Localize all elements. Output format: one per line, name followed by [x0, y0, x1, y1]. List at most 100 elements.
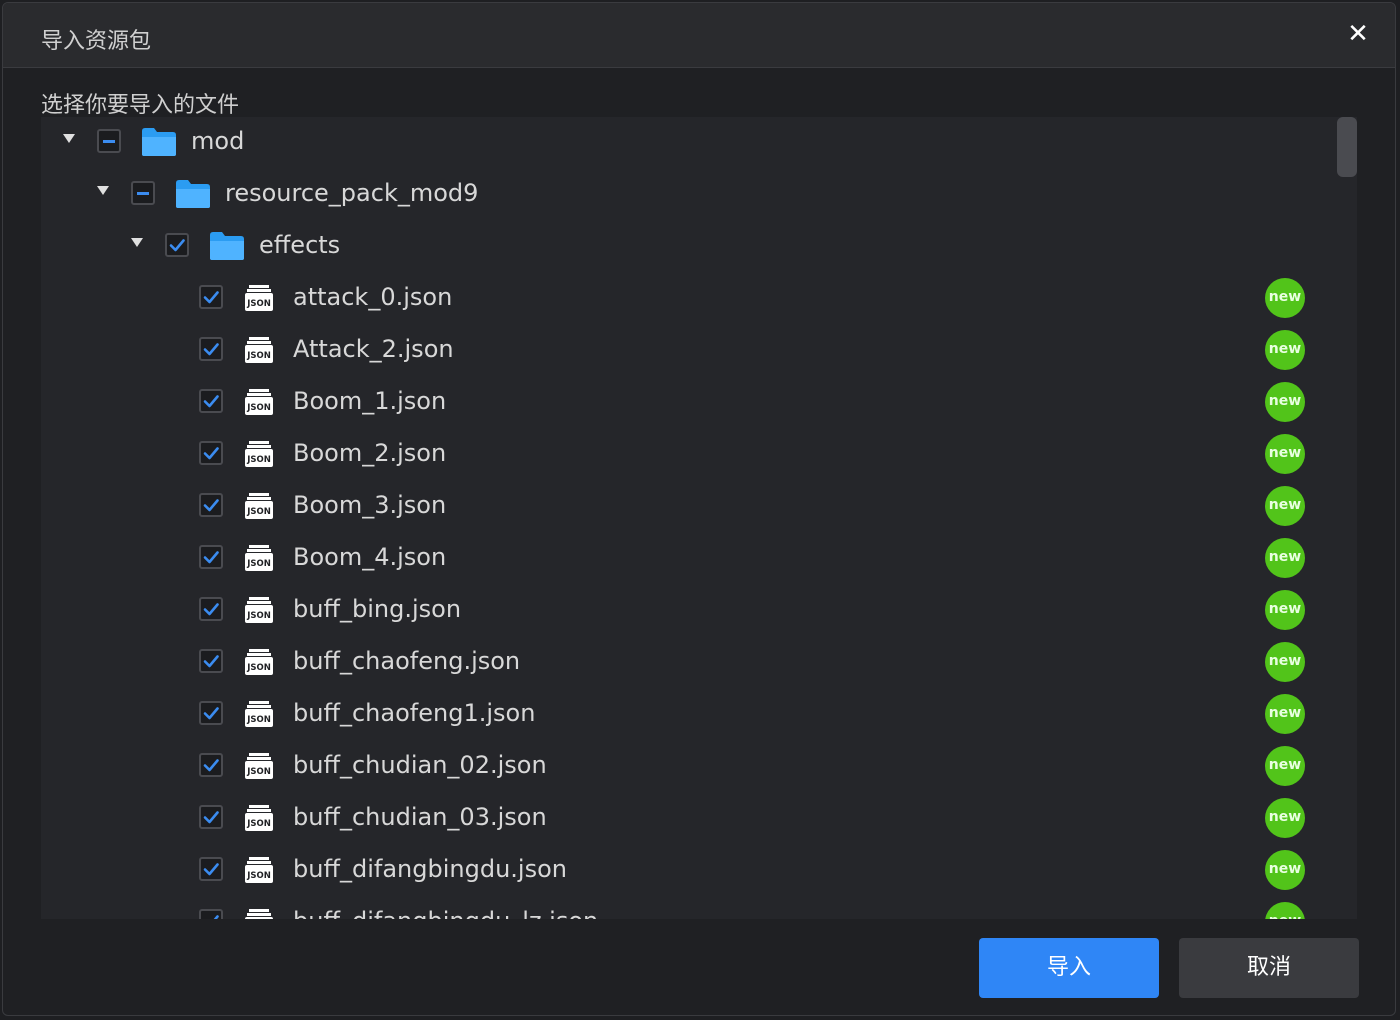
checkbox[interactable] — [131, 181, 155, 205]
dialog-title: 导入资源包 — [41, 29, 152, 54]
checkbox[interactable] — [199, 753, 223, 777]
checkbox[interactable] — [199, 285, 223, 309]
cancel-button[interactable]: 取消 — [1179, 938, 1359, 998]
json-file-icon: JSON — [243, 335, 275, 365]
tree-file-row[interactable]: JSON buff_chaofeng.json new — [41, 637, 1331, 689]
check-mark-icon — [203, 395, 219, 408]
check-mark-icon — [203, 499, 219, 512]
json-file-icon: JSON — [243, 855, 275, 885]
check-mark-icon — [203, 447, 219, 460]
svg-text:JSON: JSON — [246, 819, 271, 829]
import-resource-pack-dialog: 导入资源包 ✕ 选择你要导入的文件 mod resource_pack_mod9e… — [2, 2, 1396, 1016]
tree-scrollbar[interactable] — [1337, 117, 1357, 919]
file-tree[interactable]: mod resource_pack_mod9effects JSON attack_0… — [41, 117, 1357, 919]
checkbox[interactable] — [199, 805, 223, 829]
svg-text:JSON: JSON — [246, 611, 271, 621]
checkbox[interactable] — [199, 337, 223, 361]
file-selection-prompt: 选择你要导入的文件 — [41, 93, 240, 118]
json-file-icon: JSON — [243, 751, 275, 781]
json-file-icon: JSON — [243, 543, 275, 573]
checkbox[interactable] — [199, 389, 223, 413]
indeterminate-icon — [103, 140, 115, 143]
svg-text:JSON: JSON — [246, 871, 271, 881]
tree-file-row[interactable]: JSON Attack_2.json new — [41, 325, 1331, 377]
check-mark-icon — [203, 551, 219, 564]
checkbox[interactable] — [199, 701, 223, 725]
check-mark-icon — [203, 603, 219, 616]
json-file-icon: JSON — [243, 439, 275, 469]
new-badge: new — [1265, 850, 1305, 890]
folder-icon — [175, 179, 211, 209]
json-file-icon: JSON — [243, 387, 275, 417]
new-badge: new — [1265, 902, 1305, 919]
check-mark-icon — [203, 655, 219, 668]
new-badge: new — [1265, 382, 1305, 422]
tree-folder-row[interactable]: mod — [41, 117, 1331, 169]
tree-file-row[interactable]: JSON buff_chudian_03.json new — [41, 793, 1331, 845]
folder-icon — [209, 231, 245, 261]
checkbox[interactable] — [199, 441, 223, 465]
file-label: Attack_2.json — [293, 335, 454, 363]
svg-text:JSON: JSON — [246, 403, 271, 413]
file-label: Boom_3.json — [293, 491, 447, 519]
tree-file-row[interactable]: JSON Boom_1.json new — [41, 377, 1331, 429]
checkbox[interactable] — [199, 597, 223, 621]
tree-file-row[interactable]: JSON buff_difangbingdu_lz.json new — [41, 897, 1331, 919]
tree-file-row[interactable]: JSON buff_chaofeng1.json new — [41, 689, 1331, 741]
checkbox[interactable] — [199, 493, 223, 517]
tree-file-row[interactable]: JSON Boom_3.json new — [41, 481, 1331, 533]
checkbox[interactable] — [97, 129, 121, 153]
file-label: Boom_1.json — [293, 387, 447, 415]
svg-text:JSON: JSON — [246, 351, 271, 361]
tree-folder-row[interactable]: resource_pack_mod9 — [41, 169, 1331, 221]
tree-file-row[interactable]: JSON buff_chudian_02.json new — [41, 741, 1331, 793]
checkbox[interactable] — [199, 545, 223, 569]
tree-file-row[interactable]: JSON buff_bing.json new — [41, 585, 1331, 637]
expand-arrow-icon[interactable] — [97, 186, 109, 195]
json-file-icon: JSON — [243, 647, 275, 677]
file-label: buff_chaofeng1.json — [293, 699, 536, 727]
new-badge: new — [1265, 486, 1305, 526]
new-badge: new — [1265, 434, 1305, 474]
file-label: Boom_2.json — [293, 439, 447, 467]
tree-file-row[interactable]: JSON buff_difangbingdu.json new — [41, 845, 1331, 897]
svg-text:JSON: JSON — [246, 507, 271, 517]
file-label: buff_difangbingdu.json — [293, 855, 567, 883]
tree-file-row[interactable]: JSON Boom_2.json new — [41, 429, 1331, 481]
expand-arrow-icon[interactable] — [131, 238, 143, 247]
svg-text:JSON: JSON — [246, 715, 271, 725]
new-badge: new — [1265, 798, 1305, 838]
check-mark-icon — [203, 759, 219, 772]
new-badge: new — [1265, 330, 1305, 370]
json-file-icon: JSON — [243, 491, 275, 521]
json-file-icon: JSON — [243, 283, 275, 313]
tree-file-row[interactable]: JSON attack_0.json new — [41, 273, 1331, 325]
checkbox[interactable] — [199, 649, 223, 673]
import-button[interactable]: 导入 — [979, 938, 1159, 998]
svg-text:JSON: JSON — [246, 299, 271, 309]
json-file-icon: JSON — [243, 907, 275, 919]
file-label: buff_chudian_02.json — [293, 751, 547, 779]
svg-text:JSON: JSON — [246, 767, 271, 777]
scrollbar-thumb[interactable] — [1337, 117, 1357, 177]
tree-file-row[interactable]: JSON Boom_4.json new — [41, 533, 1331, 585]
folder-label: mod — [191, 127, 245, 155]
tree-folder-row[interactable]: effects — [41, 221, 1331, 273]
checkbox[interactable] — [165, 233, 189, 257]
checkbox[interactable] — [199, 909, 223, 919]
checkbox[interactable] — [199, 857, 223, 881]
check-mark-icon — [203, 291, 219, 304]
svg-text:JSON: JSON — [246, 455, 271, 465]
folder-label: effects — [259, 231, 341, 259]
expand-arrow-icon[interactable] — [63, 134, 75, 143]
check-mark-icon — [203, 811, 219, 824]
file-label: buff_chudian_03.json — [293, 803, 547, 831]
svg-text:JSON: JSON — [246, 559, 271, 569]
json-file-icon: JSON — [243, 699, 275, 729]
json-file-icon: JSON — [243, 803, 275, 833]
check-mark-icon — [169, 239, 185, 252]
check-mark-icon — [203, 707, 219, 720]
close-icon[interactable]: ✕ — [1345, 21, 1371, 47]
dialog-titlebar: 导入资源包 ✕ — [3, 3, 1395, 68]
file-label: buff_difangbingdu_lz.json — [293, 907, 598, 919]
